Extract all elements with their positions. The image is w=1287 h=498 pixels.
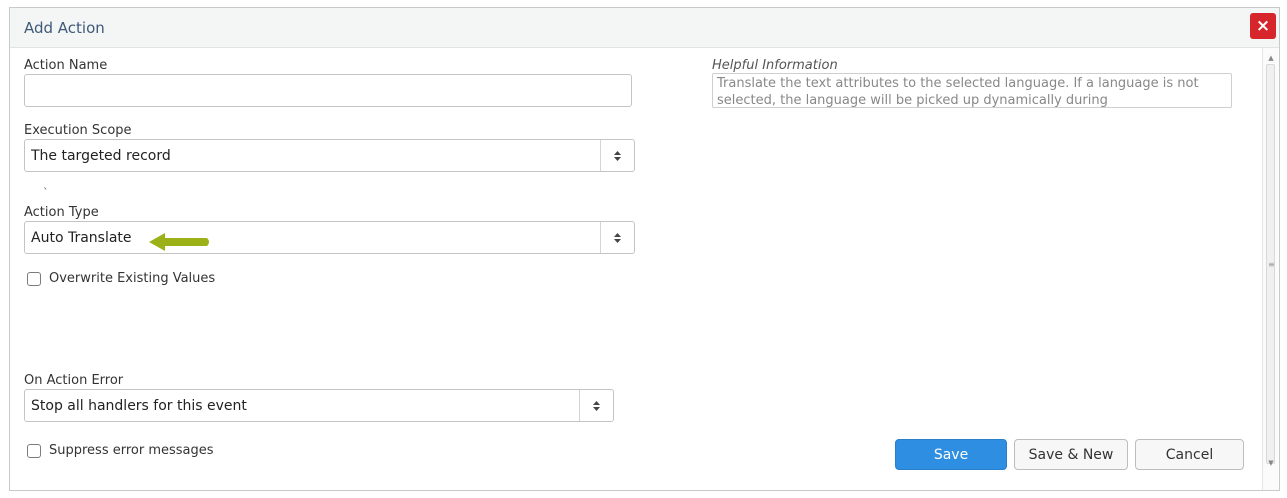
execution-scope-label: Execution Scope bbox=[24, 123, 132, 138]
scrollbar-thumb[interactable]: ≡ bbox=[1266, 64, 1275, 464]
save-and-new-button[interactable]: Save & New bbox=[1014, 439, 1128, 470]
execution-scope-value: The targeted record bbox=[31, 148, 171, 164]
dialog-content: Action Name Helpful Information Translat… bbox=[10, 48, 1263, 490]
action-name-input[interactable] bbox=[24, 74, 632, 107]
action-type-value: Auto Translate bbox=[31, 230, 132, 246]
action-type-label: Action Type bbox=[24, 205, 99, 220]
action-type-select[interactable]: Auto Translate bbox=[24, 221, 635, 254]
updown-caret-icon bbox=[600, 222, 634, 253]
cancel-button[interactable]: Cancel bbox=[1135, 439, 1244, 470]
grip-icon: ≡ bbox=[1268, 260, 1275, 269]
scroll-down-icon[interactable]: ▼ bbox=[1263, 456, 1279, 470]
add-action-dialog: Add Action × Action Name Helpful Informa… bbox=[9, 7, 1280, 491]
on-action-error-label: On Action Error bbox=[24, 373, 124, 388]
overwrite-label: Overwrite Existing Values bbox=[49, 271, 216, 286]
updown-caret-icon bbox=[600, 140, 634, 171]
helpful-info-text[interactable]: Translate the text attributes to the sel… bbox=[712, 73, 1232, 108]
suppress-label: Suppress error messages bbox=[49, 443, 214, 458]
stray-mark: ` bbox=[43, 186, 49, 199]
dialog-titlebar: Add Action × bbox=[10, 8, 1279, 48]
suppress-checkbox[interactable] bbox=[27, 444, 41, 458]
close-icon: × bbox=[1255, 16, 1271, 36]
close-button[interactable]: × bbox=[1250, 13, 1276, 39]
vertical-scrollbar[interactable]: ▲ ≡ ▼ bbox=[1262, 48, 1279, 490]
updown-caret-icon bbox=[579, 390, 613, 421]
save-button[interactable]: Save bbox=[895, 439, 1007, 470]
on-action-error-select[interactable]: Stop all handlers for this event bbox=[24, 389, 614, 422]
left-arrow-icon bbox=[149, 233, 209, 251]
dialog-title: Add Action bbox=[24, 19, 105, 37]
scroll-up-icon[interactable]: ▲ bbox=[1263, 51, 1279, 65]
on-action-error-value: Stop all handlers for this event bbox=[31, 398, 247, 414]
helpful-info-label: Helpful Information bbox=[712, 58, 838, 73]
execution-scope-select[interactable]: The targeted record bbox=[24, 139, 635, 172]
overwrite-checkbox[interactable] bbox=[27, 272, 41, 286]
action-name-label: Action Name bbox=[24, 58, 108, 73]
